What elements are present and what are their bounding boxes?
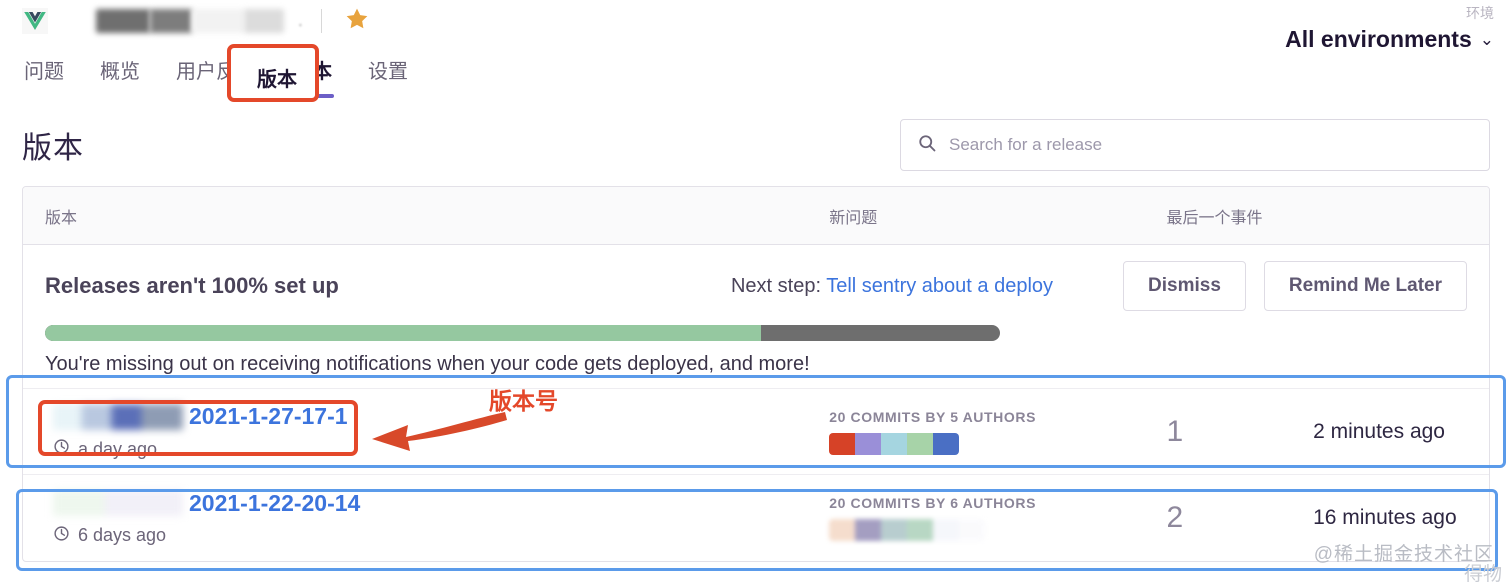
star-icon[interactable]: [344, 6, 370, 37]
new-issues-count: 2: [1166, 501, 1184, 534]
environment-value-text: All environments: [1285, 26, 1472, 52]
environment-label: 环境: [1466, 5, 1494, 21]
search-input[interactable]: [949, 135, 1473, 155]
clock-icon: [53, 525, 70, 547]
breadcrumb-org-redacted: [96, 9, 150, 33]
setup-progress-bar: [45, 325, 1000, 341]
vue-logo-icon: [22, 8, 48, 34]
page-title-row: 版本: [0, 104, 1512, 186]
environment-value[interactable]: All environments ⌄: [1285, 26, 1494, 53]
setup-banner-next-step: Next step: Tell sentry about a deploy: [731, 275, 1053, 298]
setup-progress-fill: [45, 325, 762, 341]
column-header-last-event: 最后一个事件: [1166, 209, 1263, 227]
release-cell: 2021-1-22-20-14 6 days ago: [23, 490, 829, 547]
releases-panel: 版本 新问题 最后一个事件 Releases aren't 100% set u…: [22, 186, 1490, 562]
column-header-new-issues: 新问题: [829, 209, 878, 227]
author-swatch: [829, 519, 856, 541]
table-row[interactable]: 2021-1-22-20-14 6 days ago 20 COMMITS BY 6…: [23, 475, 1489, 561]
breadcrumb-extra2-redacted: [244, 9, 284, 33]
new-issues-count: 1: [1166, 414, 1184, 448]
tab-user-feedback[interactable]: 用户反馈: [172, 49, 260, 98]
breadcrumb-separator: .: [298, 11, 303, 30]
tab-issues[interactable]: 问题: [20, 49, 68, 98]
column-header-release: 版本: [45, 209, 78, 227]
annotation-label-version-number: 版本号: [489, 388, 558, 414]
author-swatch: [933, 519, 960, 541]
release-version-text: 2021-1-27-17-1: [189, 403, 348, 429]
commits-label: 20 COMMITS BY 5 AUTHORS: [829, 408, 1037, 425]
commits-cell: 20 COMMITS BY 6 AUTHORS: [829, 495, 1166, 541]
author-color-swatches: [829, 432, 1166, 455]
setup-banner: Releases aren't 100% set up Next step: T…: [23, 245, 1489, 389]
author-swatch: [829, 432, 856, 455]
release-age-text: a day ago: [78, 438, 158, 459]
author-swatch: [959, 519, 986, 541]
setup-banner-title: Releases aren't 100% set up: [45, 273, 339, 298]
app-header: . 问题 概览 用户反馈 版本 设置 版本 环境 All environment…: [0, 0, 1512, 104]
dismiss-button[interactable]: Dismiss: [1123, 261, 1246, 311]
setup-banner-top: Releases aren't 100% set up Next step: T…: [45, 261, 1467, 311]
remind-me-later-button[interactable]: Remind Me Later: [1263, 261, 1467, 311]
release-age: 6 days ago: [53, 525, 829, 547]
setup-banner-subtitle: You're missing out on receiving notifica…: [45, 353, 810, 375]
commits-cell: 20 COMMITS BY 5 AUTHORS: [829, 409, 1166, 455]
last-event-time: 16 minutes ago: [1313, 506, 1457, 529]
table-row[interactable]: 2021-1-27-17-1 a day ago 20 COMMITS BY 5 A…: [23, 389, 1489, 475]
search-icon: [917, 133, 937, 158]
last-event-time: 2 minutes ago: [1313, 419, 1445, 443]
setup-banner-actions: Dismiss Remind Me Later: [1123, 261, 1467, 311]
author-swatch: [855, 519, 882, 541]
tab-settings[interactable]: 设置: [364, 49, 412, 98]
breadcrumb-extra-redacted: [192, 9, 244, 33]
author-swatch: [881, 519, 908, 541]
commits-label: 20 COMMITS BY 6 AUTHORS: [829, 495, 1037, 511]
release-list: 2021-1-27-17-1 a day ago 20 COMMITS BY 5 A…: [23, 389, 1489, 561]
breadcrumb-divider: [320, 9, 322, 33]
next-step-prefix: Next step:: [730, 274, 827, 297]
chevron-down-icon: ⌄: [1479, 29, 1494, 49]
annotation-arrow-icon: [372, 412, 507, 451]
tab-releases[interactable]: 版本: [288, 49, 336, 98]
release-age-text: 6 days ago: [78, 525, 167, 545]
page-title: 版本: [22, 132, 84, 165]
release-prefix-redacted: [53, 490, 183, 516]
search-release-box[interactable]: [900, 119, 1490, 171]
release-page: . 问题 概览 用户反馈 版本 设置 版本 环境 All environment…: [0, 0, 1512, 582]
author-swatch: [881, 432, 908, 455]
watermark-secondary: 得物: [1463, 564, 1502, 582]
next-step-link[interactable]: Tell sentry about a deploy: [826, 275, 1053, 297]
author-swatch: [907, 432, 934, 455]
author-swatch: [933, 432, 960, 455]
author-swatch: [907, 519, 934, 541]
author-color-swatches: [829, 519, 1166, 541]
release-version-link[interactable]: 2021-1-22-20-14: [53, 490, 829, 517]
table-header-row: 版本 新问题 最后一个事件: [23, 187, 1489, 245]
tab-overview[interactable]: 概览: [96, 49, 144, 98]
breadcrumb-project-redacted: [150, 9, 192, 33]
clock-icon: [53, 438, 70, 460]
release-version-text: 2021-1-22-20-14: [189, 489, 361, 516]
environment-selector[interactable]: 环境 All environments ⌄: [1285, 0, 1494, 53]
release-prefix-redacted: [53, 403, 183, 430]
author-swatch: [855, 432, 882, 455]
